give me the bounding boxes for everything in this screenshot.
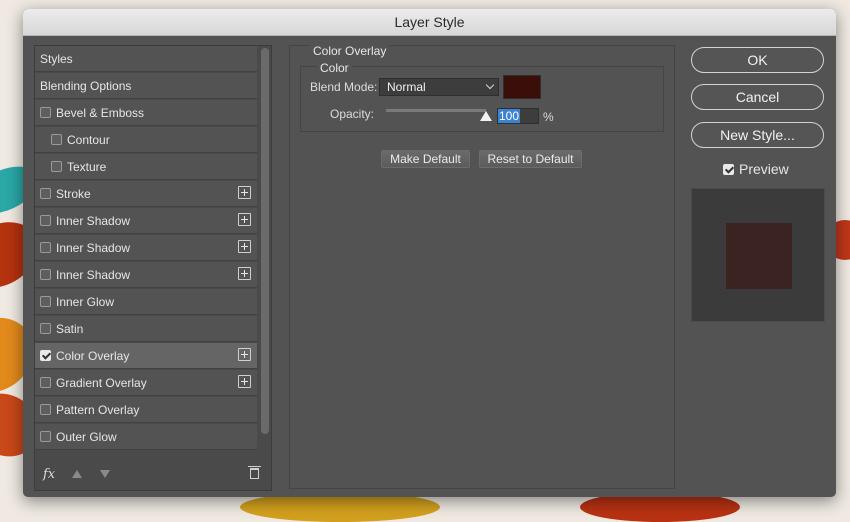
preview-swatch bbox=[726, 223, 792, 289]
color-group-title: Color bbox=[317, 61, 352, 75]
preview-toggle[interactable]: Preview bbox=[723, 161, 789, 177]
move-up-icon[interactable] bbox=[72, 470, 82, 478]
style-checkbox[interactable] bbox=[40, 296, 51, 307]
add-icon[interactable] bbox=[238, 240, 251, 253]
styles-scrollbar[interactable] bbox=[261, 48, 269, 434]
preview-thumbnail bbox=[691, 188, 825, 322]
opacity-label: Opacity: bbox=[330, 107, 375, 121]
style-item-label: Contour bbox=[67, 132, 110, 147]
style-item-label: Styles bbox=[40, 51, 73, 66]
trash-icon[interactable] bbox=[248, 466, 261, 479]
style-checkbox[interactable] bbox=[40, 323, 51, 334]
style-item-satin[interactable]: Satin bbox=[35, 316, 257, 342]
add-icon[interactable] bbox=[238, 186, 251, 199]
style-checkbox[interactable] bbox=[40, 107, 51, 118]
add-icon[interactable] bbox=[238, 348, 251, 361]
style-item-label: Gradient Overlay bbox=[56, 375, 147, 390]
style-checkbox[interactable] bbox=[40, 377, 51, 388]
style-item-label: Texture bbox=[67, 159, 107, 174]
style-item-label: Color Overlay bbox=[56, 348, 130, 363]
style-item-label: Pattern Overlay bbox=[56, 402, 140, 417]
style-item-label: Inner Glow bbox=[56, 294, 115, 309]
style-checkbox[interactable] bbox=[40, 242, 51, 253]
chevron-down-icon bbox=[485, 80, 495, 90]
style-item-outer-glow[interactable]: Outer Glow bbox=[35, 424, 257, 450]
style-item-color-overlay[interactable]: Color Overlay bbox=[35, 343, 257, 369]
style-checkbox[interactable] bbox=[40, 350, 51, 361]
style-item-contour[interactable]: Contour bbox=[35, 127, 257, 153]
opacity-input[interactable]: 100 bbox=[497, 108, 539, 124]
layer-style-dialog: Layer Style Styles Blending Options Bevel … bbox=[23, 9, 836, 497]
opacity-unit: % bbox=[543, 110, 554, 124]
style-item-label: Stroke bbox=[56, 186, 91, 201]
opacity-slider-thumb[interactable] bbox=[480, 111, 492, 121]
style-checkbox[interactable] bbox=[40, 269, 51, 280]
blend-mode-label: Blend Mode: bbox=[310, 80, 378, 94]
style-checkbox[interactable] bbox=[40, 188, 51, 199]
style-item-bevel-emboss[interactable]: Bevel & Emboss bbox=[35, 100, 257, 126]
add-icon[interactable] bbox=[238, 213, 251, 226]
new-style-button[interactable]: New Style... bbox=[691, 122, 824, 148]
style-checkbox[interactable] bbox=[51, 134, 62, 145]
ok-button[interactable]: OK bbox=[691, 47, 824, 73]
style-item-stroke[interactable]: Stroke bbox=[35, 181, 257, 207]
styles-footer: fx bbox=[35, 460, 271, 490]
group-title: Color Overlay bbox=[310, 44, 390, 58]
add-icon[interactable] bbox=[238, 267, 251, 280]
style-item-texture[interactable]: Texture bbox=[35, 154, 257, 180]
fx-icon[interactable]: fx bbox=[43, 467, 55, 482]
style-item-label: Outer Glow bbox=[56, 429, 117, 444]
style-item-label: Blending Options bbox=[40, 78, 132, 93]
style-item-label: Inner Shadow bbox=[56, 213, 131, 228]
blend-mode-select[interactable]: Normal bbox=[379, 78, 499, 96]
style-checkbox[interactable] bbox=[51, 161, 62, 172]
preview-checkbox[interactable] bbox=[723, 163, 734, 175]
opacity-value: 100 bbox=[498, 109, 520, 123]
style-item-label: Satin bbox=[56, 321, 84, 336]
style-checkbox[interactable] bbox=[40, 215, 51, 226]
style-item-inner-shadow[interactable]: Inner Shadow bbox=[35, 208, 257, 234]
make-default-button[interactable]: Make Default bbox=[381, 150, 470, 168]
color-group: Color Blend Mode: Normal Opacity: 100 % bbox=[300, 61, 664, 132]
dialog-title: Layer Style bbox=[23, 9, 836, 36]
style-item-inner-shadow[interactable]: Inner Shadow bbox=[35, 262, 257, 288]
reset-to-default-button[interactable]: Reset to Default bbox=[479, 150, 582, 168]
move-down-icon[interactable] bbox=[100, 470, 110, 478]
style-item-inner-glow[interactable]: Inner Glow bbox=[35, 289, 257, 315]
opacity-slider-track[interactable] bbox=[386, 109, 486, 112]
style-item-label: Inner Shadow bbox=[56, 267, 131, 282]
style-item-blending-options[interactable]: Blending Options bbox=[35, 73, 257, 99]
color-swatch[interactable] bbox=[503, 75, 541, 99]
cancel-button[interactable]: Cancel bbox=[691, 84, 824, 110]
preview-label: Preview bbox=[739, 161, 789, 177]
style-item-pattern-overlay[interactable]: Pattern Overlay bbox=[35, 397, 257, 423]
style-item-label: Bevel & Emboss bbox=[56, 105, 145, 120]
style-item-styles[interactable]: Styles bbox=[35, 46, 257, 72]
color-overlay-panel: Color Overlay Color Blend Mode: Normal O… bbox=[289, 44, 675, 489]
style-item-inner-shadow[interactable]: Inner Shadow bbox=[35, 235, 257, 261]
add-icon[interactable] bbox=[238, 375, 251, 388]
style-checkbox[interactable] bbox=[40, 404, 51, 415]
style-checkbox[interactable] bbox=[40, 431, 51, 442]
styles-list: Styles Blending Options Bevel & Emboss Cont… bbox=[35, 46, 257, 451]
style-item-label: Inner Shadow bbox=[56, 240, 131, 255]
blend-mode-value: Normal bbox=[387, 80, 426, 94]
styles-panel: Styles Blending Options Bevel & Emboss Cont… bbox=[34, 45, 272, 491]
style-item-gradient-overlay[interactable]: Gradient Overlay bbox=[35, 370, 257, 396]
